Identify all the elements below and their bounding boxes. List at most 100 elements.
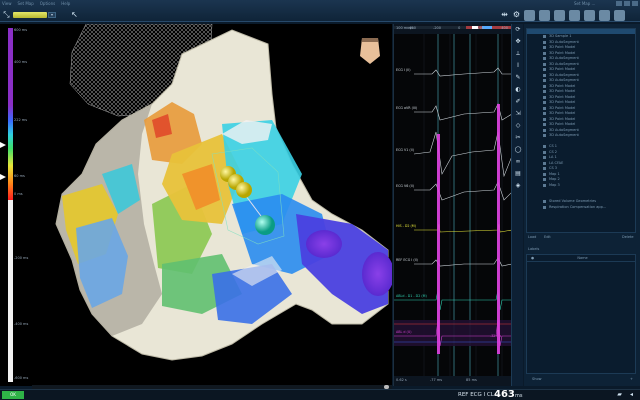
minimize-icon[interactable] (616, 1, 622, 6)
edit-button[interactable]: Edit (544, 235, 551, 239)
channel-label[interactable]: REF ECG I (II) (396, 258, 418, 262)
print-icon[interactable] (614, 10, 625, 21)
menu-item[interactable]: Set Map (18, 1, 34, 6)
catheter-tip (255, 215, 275, 235)
close-icon[interactable] (632, 1, 638, 6)
tree-checkbox[interactable] (543, 57, 546, 60)
catheter-electrode (236, 182, 252, 198)
tree-checkbox[interactable] (543, 134, 546, 137)
channel-label[interactable]: ECG I (II) (396, 68, 411, 72)
tree-checkbox[interactable] (543, 167, 546, 170)
tree-checkbox[interactable] (543, 90, 546, 93)
labels-list[interactable]: ● Name (526, 254, 636, 374)
tree-checkbox[interactable] (543, 117, 546, 121)
map-selector[interactable] (13, 12, 47, 18)
lasso-icon[interactable]: ◯ (514, 146, 522, 154)
tree-item-label: Map 3 (549, 182, 560, 187)
3d-map-viewport[interactable] (32, 24, 392, 386)
window-controls (616, 1, 638, 6)
ecg-trace (414, 257, 511, 267)
channel-label[interactable]: ECG V1 (II) (396, 148, 414, 152)
mesh-view-icon[interactable] (569, 10, 580, 21)
cut-icon[interactable]: ✂ (514, 134, 522, 142)
fit-icon[interactable]: ◇ (514, 122, 522, 130)
message-icon[interactable]: ▰ (616, 392, 623, 398)
tree-checkbox[interactable] (543, 145, 546, 148)
link-icon[interactable]: ∞ (514, 158, 522, 166)
channel-label[interactable]: ABLd - D1 - D2 (M) (396, 294, 427, 298)
tree-checkbox[interactable] (543, 200, 546, 203)
tree-checkbox[interactable] (543, 106, 546, 110)
select-tool-icon[interactable]: ⤡ (2, 10, 11, 19)
rotate-icon[interactable]: ⟳ (514, 26, 522, 34)
delete-button[interactable]: Delete (622, 235, 634, 239)
tree-checkbox[interactable] (543, 40, 546, 44)
text-cursor-icon[interactable]: I (514, 62, 522, 70)
tree-checkbox[interactable] (543, 51, 546, 55)
ecg-trace (414, 223, 511, 233)
scale-lower-handle[interactable] (0, 174, 6, 180)
add-label-icon[interactable]: + (630, 377, 633, 381)
split-view-icon[interactable]: ⇹ (500, 10, 509, 19)
shell-view-icon[interactable] (539, 10, 550, 21)
status-ok-indicator[interactable]: OK (2, 391, 24, 399)
tree-checkbox[interactable] (543, 205, 546, 209)
map-tree[interactable]: 3D Sample 1 3D AutoSegment 3D Point Model 3… (526, 28, 636, 233)
menu-item[interactable]: Help (61, 1, 70, 6)
tree-checkbox[interactable] (543, 178, 546, 181)
tree-checkbox[interactable] (543, 150, 546, 154)
menu-item[interactable]: Options (40, 1, 55, 6)
tree-checkbox[interactable] (543, 183, 546, 187)
tree-checkbox[interactable] (543, 62, 546, 66)
scale-lower-label: 60 ms (14, 174, 25, 178)
tree-item-label: 3D Point Model (549, 100, 576, 104)
tree-checkbox[interactable] (543, 68, 546, 71)
tag-icon[interactable]: ◈ (514, 182, 522, 190)
time-tick: 400 (501, 26, 508, 30)
tree-checkbox[interactable] (543, 161, 546, 165)
tree-checkbox[interactable] (543, 112, 546, 115)
resize-icon[interactable]: ⇲ (514, 110, 522, 118)
tree-checkbox[interactable] (543, 79, 546, 82)
menu-bar: View Set Map Options Help (2, 1, 70, 6)
capture-icon[interactable] (584, 10, 595, 21)
show-button[interactable]: Show (532, 377, 541, 381)
tree-item-label: CS 2 (549, 149, 558, 154)
channel-label[interactable]: ECG aVR (III) (396, 106, 417, 110)
eraser-icon[interactable]: ◐ (514, 86, 522, 94)
maximize-icon[interactable] (624, 1, 630, 6)
tree-item-label: 3D Point Model (549, 67, 576, 71)
sphere-view-icon[interactable] (524, 10, 535, 21)
tree-checkbox[interactable] (543, 172, 546, 176)
pencil-icon[interactable]: ✎ (514, 74, 522, 82)
scale-upper-handle[interactable] (0, 142, 6, 148)
ablation-burst (497, 104, 500, 354)
surface-view-icon[interactable] (554, 10, 565, 21)
channel-label[interactable]: ABL d (U) (396, 330, 412, 334)
tree-checkbox[interactable] (543, 46, 546, 49)
settings-icon[interactable]: ⚙ (512, 10, 521, 19)
tree-checkbox[interactable] (543, 156, 546, 159)
measure-icon[interactable]: ⟂ (514, 50, 522, 58)
tree-checkbox[interactable] (543, 101, 546, 104)
pointer-icon[interactable]: ↖ (70, 10, 79, 19)
color-scale-bar[interactable] (8, 28, 13, 382)
speaker-icon[interactable]: ◂ (628, 392, 635, 398)
tree-checkbox[interactable] (543, 128, 546, 132)
channel-label[interactable]: HIS - D2 (M) (396, 224, 416, 228)
tree-checkbox[interactable] (543, 123, 546, 126)
tree-checkbox[interactable] (543, 84, 546, 88)
layer-icon[interactable]: ▤ (514, 170, 522, 178)
map-selector-dropdown[interactable]: ▾ (48, 12, 56, 18)
tree-checkbox[interactable] (543, 35, 546, 38)
load-button[interactable]: Load (528, 235, 536, 239)
channel-label[interactable]: ECG V6 (II) (396, 184, 414, 188)
pan-icon[interactable]: ✥ (514, 38, 522, 46)
tree-item-label: 3D Point Model (549, 83, 576, 88)
export-icon[interactable] (599, 10, 610, 21)
brush-icon[interactable]: ✐ (514, 98, 522, 106)
tree-item[interactable]: Respiration Compensation app... (527, 205, 635, 211)
tree-checkbox[interactable] (543, 73, 546, 77)
tree-checkbox[interactable] (543, 95, 546, 99)
menu-item[interactable]: View (2, 1, 12, 6)
